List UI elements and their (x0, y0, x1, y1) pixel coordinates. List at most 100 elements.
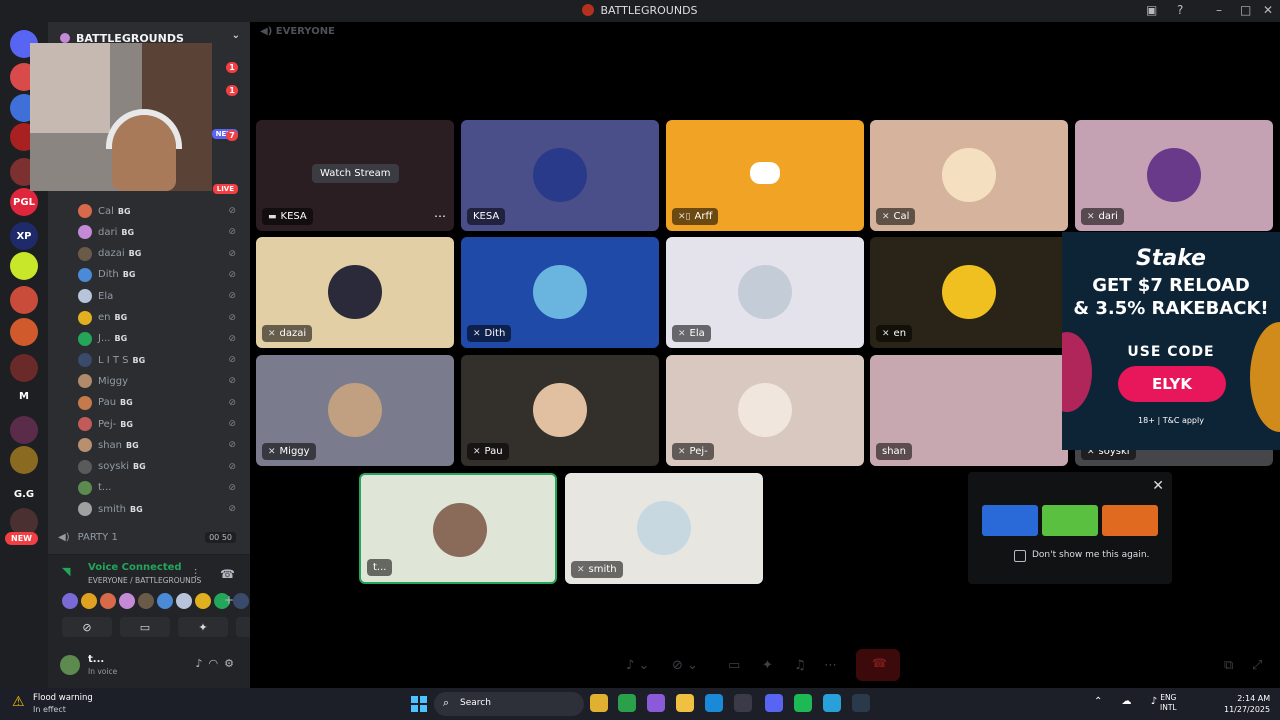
game-thumbnail[interactable] (1042, 505, 1098, 536)
participant-avatar[interactable] (119, 593, 135, 609)
server-icon-server-xp[interactable]: XP (10, 222, 38, 250)
participant-tile[interactable]: ✕ smith (565, 473, 763, 584)
system-tray[interactable]: ⌃ ☁ ♪ (1094, 696, 1165, 707)
participant-avatar[interactable] (176, 593, 192, 609)
participant-tile[interactable]: ✕ Dith (461, 237, 659, 348)
maximize-button[interactable]: □ (1240, 3, 1251, 17)
voice-member[interactable]: Pej- BG ⊘ (78, 414, 248, 434)
dont-show-checkbox[interactable] (1014, 550, 1026, 562)
voice-member[interactable]: Miggy ⊘ (78, 371, 248, 391)
steam-icon[interactable] (852, 694, 870, 712)
participant-avatar[interactable] (157, 593, 173, 609)
participant-avatar[interactable] (195, 593, 211, 609)
disconnect-icon[interactable]: ☎ (220, 567, 235, 581)
screen-share-control[interactable]: ▭ (728, 650, 740, 680)
participant-tile[interactable]: ✕ Ela (666, 237, 864, 348)
server-icon-server-5[interactable] (10, 252, 38, 280)
soundboard-control[interactable]: ♫ (794, 650, 806, 680)
settings-gear-icon[interactable]: ⚙ (224, 657, 240, 670)
copilot-icon[interactable] (647, 694, 665, 712)
user-panel[interactable]: t... In voice ♪◠⚙ (60, 653, 240, 679)
language-indicator[interactable]: ENG INTL (1160, 693, 1177, 713)
voice-member[interactable]: L I T S BG ⊘ (78, 350, 248, 370)
stream-tile[interactable]: Watch Stream ⋯ ▬ KESA (256, 120, 454, 231)
store-icon[interactable] (734, 694, 752, 712)
participant-tile[interactable]: KESA (461, 120, 659, 231)
chrome-icon[interactable] (618, 694, 636, 712)
discord-icon[interactable] (765, 694, 783, 712)
voice-member[interactable]: shan BG ⊘ (78, 435, 248, 455)
voice-member[interactable]: Dith BG ⊘ (78, 265, 248, 285)
help-icon[interactable]: ? (1177, 3, 1183, 17)
headset-icon[interactable]: ◠ (209, 657, 225, 670)
voice-channel-party-1[interactable]: ◀) PARTY 1 00 50 (58, 528, 240, 546)
participant-tile[interactable]: shan (870, 355, 1068, 466)
participant-tile[interactable]: ✕ Pej- (666, 355, 864, 466)
chevron-down-icon[interactable]: ⌄ (232, 30, 240, 41)
spotify-icon[interactable] (794, 694, 812, 712)
server-icon-server-8[interactable] (10, 354, 38, 382)
voice-member[interactable]: Ela ⊘ (78, 286, 248, 306)
voice-member[interactable]: Cal BG ⊘ (78, 201, 248, 221)
ad-code-button[interactable]: ELYK (1118, 366, 1226, 402)
share-screen-button[interactable]: ▭ (120, 617, 170, 637)
microphone-icon[interactable]: ♪ (195, 657, 208, 670)
stake-ad-overlay[interactable]: Stake GET $7 RELOAD & 3.5% RAKEBACK! USE … (1062, 232, 1280, 450)
voice-member[interactable]: soyski BG ⊘ (78, 457, 248, 477)
server-icon-server-7[interactable] (10, 318, 38, 346)
taskbar-search[interactable]: ⌕ Search (434, 692, 584, 716)
participant-avatar[interactable] (100, 593, 116, 609)
participant-avatar[interactable] (62, 593, 78, 609)
inbox-icon[interactable]: ▣ (1146, 3, 1157, 17)
server-icon-server-gg[interactable]: G.G (10, 480, 38, 508)
folder-icon[interactable] (676, 694, 694, 712)
server-icon-server-m[interactable]: M (10, 382, 38, 410)
game-thumbnail[interactable] (982, 505, 1038, 536)
edge-icon[interactable] (705, 694, 723, 712)
server-icon-server-9[interactable] (10, 416, 38, 444)
close-window-button[interactable]: ✕ (1263, 3, 1273, 17)
participant-avatar[interactable] (81, 593, 97, 609)
voice-member[interactable]: smith BG ⊘ (78, 499, 248, 519)
server-icon-server-6[interactable] (10, 286, 38, 314)
participant-tile[interactable]: t... (359, 473, 557, 584)
more-control[interactable]: ⋯ (824, 650, 837, 680)
mic-control[interactable]: ♪ ⌄ (626, 650, 649, 680)
participant-tile[interactable]: ✕ Cal (870, 120, 1068, 231)
fullscreen-control[interactable]: ⤢ (1252, 650, 1262, 680)
close-icon[interactable]: ✕ (1152, 478, 1164, 494)
minimize-button[interactable]: – (1216, 3, 1222, 17)
participant-avatar[interactable] (233, 593, 249, 609)
voice-channel-path[interactable]: EVERYONE / BATTLEGROUNDS (88, 576, 201, 585)
participant-tile[interactable]: ✕ dari (1075, 120, 1273, 231)
camera-button[interactable]: ⊘ (62, 617, 112, 637)
camera-control[interactable]: ⊘ ⌄ (672, 650, 698, 680)
add-activity-icon[interactable]: + (224, 593, 234, 607)
participant-tile[interactable]: ✕ Pau (461, 355, 659, 466)
voice-member[interactable]: en BG ⊘ (78, 308, 248, 328)
participant-tile[interactable]: ✕▯ Arff (666, 120, 864, 231)
activities-button[interactable]: ✦ (178, 617, 228, 637)
activities-control[interactable]: ✦ (762, 650, 773, 680)
noise-suppression-icon[interactable]: ⫶ (194, 567, 197, 582)
voice-member[interactable]: Pau BG ⊘ (78, 393, 248, 413)
telegram-icon[interactable] (823, 694, 841, 712)
clock[interactable]: 2:14 AM 11/27/2025 (1224, 693, 1270, 715)
more-options-icon[interactable]: ⋯ (434, 209, 446, 223)
participant-tile[interactable]: ✕ dazai (256, 237, 454, 348)
watch-stream-button[interactable]: Watch Stream (312, 164, 399, 183)
voice-member[interactable]: t... ⊘ (78, 478, 248, 498)
explorer-icon[interactable] (590, 694, 608, 712)
participant-avatar[interactable] (138, 593, 154, 609)
leave-call-button[interactable]: ☎ (856, 649, 900, 681)
server-icon-server-pgl[interactable]: PGL (10, 188, 38, 216)
weather-title[interactable]: Flood warning (33, 693, 93, 703)
participant-tile[interactable]: ✕ en (870, 237, 1068, 348)
voice-member[interactable]: dazai BG ⊘ (78, 244, 248, 264)
server-icon-server-10[interactable] (10, 446, 38, 474)
voice-member[interactable]: J... BG ⊘ (78, 329, 248, 349)
participant-tile[interactable]: ✕ Miggy (256, 355, 454, 466)
voice-member[interactable]: dari BG ⊘ (78, 222, 248, 242)
game-thumbnail[interactable] (1102, 505, 1158, 536)
popout-control[interactable]: ⧉ (1224, 650, 1233, 680)
